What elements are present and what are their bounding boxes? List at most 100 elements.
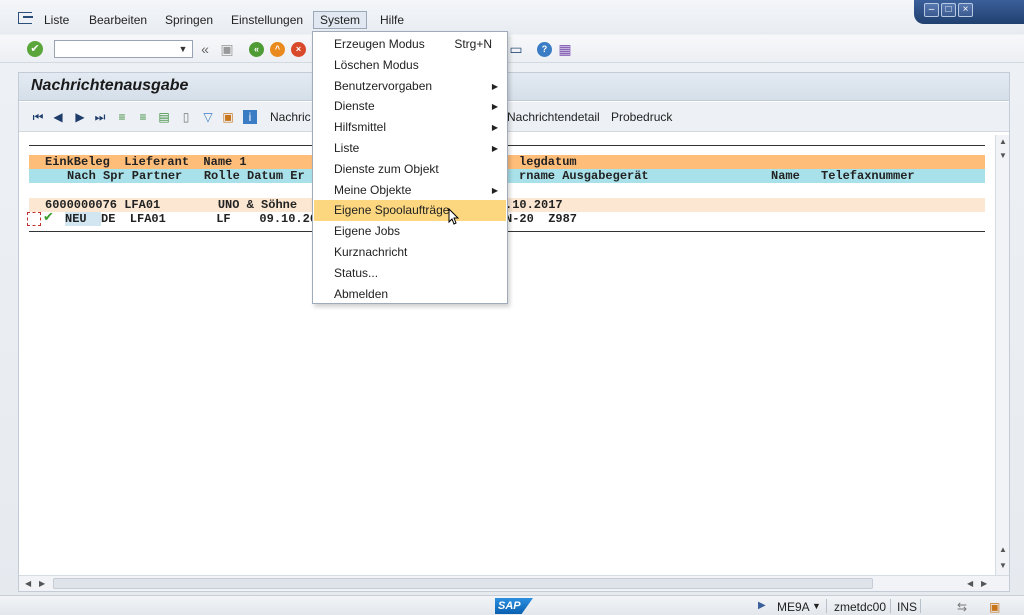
- menu-item-label: Hilfsmittel: [334, 120, 387, 135]
- settings-icon[interactable]: ⇆: [957, 600, 967, 614]
- cancel-icon[interactable]: ×: [291, 42, 306, 57]
- scroll-left-icon[interactable]: ◀: [25, 579, 31, 588]
- save-icon[interactable]: ▣: [219, 40, 235, 58]
- msg-row-left: DE LFA01 LF 09.10.20: [101, 212, 318, 226]
- lock-icon[interactable]: ▣: [989, 600, 1000, 614]
- page-title: Nachrichtenausgabe: [31, 77, 189, 94]
- menu-item-status[interactable]: Status...: [314, 263, 506, 284]
- scroll-up-icon[interactable]: ▲: [999, 137, 1007, 146]
- scroll-up-icon[interactable]: ▲: [999, 545, 1007, 554]
- back-icon[interactable]: «: [249, 42, 264, 57]
- minimize-icon[interactable]: –: [924, 3, 939, 17]
- document-icon[interactable]: ▯: [179, 110, 193, 124]
- header2-fax: Telefaxnummer: [821, 169, 915, 183]
- nachrichtendetail-button[interactable]: Nachrichtendetail: [507, 110, 600, 124]
- collapse-icon[interactable]: «: [198, 40, 212, 58]
- sap-logo: SAP: [495, 598, 533, 614]
- system-toolbar: ✔ ▼ « ▣ « ^ × ▭ ? ▦: [0, 35, 1024, 63]
- horizontal-scrollbar[interactable]: ◀ ▶ ◀ ▶: [19, 575, 1009, 591]
- layout-icon[interactable]: ▭: [509, 40, 523, 58]
- scroll-right-icon[interactable]: ▶: [39, 579, 45, 588]
- scroll-right-icon[interactable]: ▶: [981, 579, 987, 588]
- select-icon[interactable]: ▤: [157, 110, 171, 124]
- submenu-arrow-icon: ▶: [491, 185, 498, 195]
- menu-item-label: Meine Objekte: [334, 182, 412, 197]
- menu-item-dienste-zum-objekt[interactable]: Dienste zum Objekt: [314, 159, 506, 180]
- header2-name: Name: [771, 169, 800, 183]
- sort-descending-icon[interactable]: ≡: [136, 110, 150, 124]
- msg-row-right: N-20 Z987: [505, 212, 578, 226]
- sort-ascending-icon[interactable]: ≡: [115, 110, 129, 124]
- maximize-icon[interactable]: □: [941, 3, 956, 17]
- ok-icon[interactable]: ✔: [27, 41, 43, 57]
- separator: [920, 599, 921, 613]
- scroll-left-icon[interactable]: ◀: [967, 579, 973, 588]
- chevron-down-icon[interactable]: ▼: [812, 601, 821, 611]
- menu-item-erzeugen-modus[interactable]: Erzeugen Modus Strg+N: [314, 34, 506, 55]
- menu-item-label: Benutzervorgaben: [334, 78, 433, 93]
- separator: [826, 599, 827, 613]
- menu-bearbeiten[interactable]: Bearbeiten: [83, 12, 153, 28]
- menu-item-benutzervorgaben[interactable]: Benutzervorgaben ▶: [314, 76, 506, 97]
- help-icon[interactable]: ?: [537, 42, 552, 57]
- last-page-icon[interactable]: ⏭: [93, 110, 107, 124]
- submenu-arrow-icon: ▶: [491, 123, 498, 133]
- mouse-cursor-icon: [448, 208, 460, 225]
- menu-springen[interactable]: Springen: [159, 12, 219, 28]
- exit-icon[interactable]: ^: [270, 42, 285, 57]
- doc-row-right: .10.2017: [505, 198, 563, 212]
- menu-item-label: Kurznachricht: [334, 245, 408, 259]
- menu-item-eigene-jobs[interactable]: Eigene Jobs: [314, 221, 506, 242]
- menu-liste[interactable]: Liste: [38, 12, 75, 28]
- transaction-code: ME9A: [777, 600, 810, 614]
- menu-item-shortcut: Strg+N: [454, 37, 492, 51]
- menu-einstellungen[interactable]: Einstellungen: [225, 12, 309, 28]
- menu-item-label: Liste: [334, 141, 360, 155]
- main-panel: Nachrichtenausgabe ⏮ ◀ ▶ ⏭ ≡ ≡ ▤ ▯ ▽ ▣ i…: [18, 72, 1010, 592]
- menu-item-label: Eigene Spoolaufträge: [334, 203, 450, 218]
- menu-bar: Liste Bearbeiten Springen Einstellungen …: [0, 0, 1024, 34]
- menu-hilfe[interactable]: Hilfe: [374, 12, 410, 28]
- filter-icon[interactable]: ▽: [201, 110, 215, 124]
- scroll-thumb[interactable]: [53, 578, 873, 589]
- chevron-down-icon[interactable]: ▼: [176, 41, 190, 57]
- probedruck-button[interactable]: Probedruck: [611, 110, 672, 124]
- menu-item-meine-objekte[interactable]: Meine Objekte ▶: [314, 180, 506, 201]
- row-select-checkbox[interactable]: [27, 212, 41, 226]
- header1-left: EinkBeleg Lieferant Name 1: [45, 155, 247, 169]
- panel-header: Nachrichtenausgabe: [19, 73, 1009, 101]
- menu-item-dienste[interactable]: Dienste ▶: [314, 96, 506, 117]
- header2-left: Nach Spr Partner Rolle Datum Er: [67, 169, 305, 183]
- menu-system[interactable]: System: [313, 11, 368, 29]
- msg-status: NEU: [65, 212, 87, 226]
- menu-item-kurznachricht[interactable]: Kurznachricht: [314, 242, 506, 263]
- menu-item-label: Dienste: [334, 99, 375, 114]
- scroll-down-icon[interactable]: ▼: [999, 151, 1007, 160]
- menu-item-liste[interactable]: Liste ▶: [314, 138, 506, 159]
- customize-icon[interactable]: ▦: [557, 40, 573, 58]
- menu-item-eigene-spoolaufträge[interactable]: Eigene Spoolaufträge: [314, 200, 506, 222]
- system-menu-dropdown: Erzeugen Modus Strg+N Löschen Modus Benutze…: [312, 31, 508, 304]
- info-icon[interactable]: i: [243, 110, 257, 124]
- close-icon[interactable]: ×: [958, 3, 973, 17]
- first-page-icon[interactable]: ⏮: [31, 110, 45, 124]
- separator: [890, 599, 891, 613]
- vertical-scrollbar[interactable]: ▲ ▼ ▲ ▼: [995, 135, 1009, 575]
- menu-item-löschen-modus[interactable]: Löschen Modus: [314, 55, 506, 76]
- header2-right: rname Ausgabegerät: [519, 169, 649, 183]
- application-toolbar: ⏮ ◀ ▶ ⏭ ≡ ≡ ▤ ▯ ▽ ▣ i Nachric Nachrichte…: [19, 102, 1009, 132]
- expand-icon[interactable]: ▶: [758, 600, 766, 611]
- menu-item-hilfsmittel[interactable]: Hilfsmittel ▶: [314, 117, 506, 138]
- insert-mode[interactable]: INS: [897, 600, 917, 614]
- menu-item-label: Eigene Jobs: [334, 224, 401, 239]
- check-icon: ✔: [43, 210, 54, 225]
- exit-icon[interactable]: [18, 12, 33, 24]
- scroll-down-icon[interactable]: ▼: [999, 561, 1007, 570]
- previous-page-icon[interactable]: ◀: [51, 110, 65, 124]
- menu-item-abmelden[interactable]: Abmelden: [314, 284, 506, 305]
- menu-item-label: Dienste zum Objekt: [334, 161, 439, 176]
- toolbar-label-nachricht[interactable]: Nachric: [270, 110, 311, 124]
- next-page-icon[interactable]: ▶: [73, 110, 87, 124]
- display-icon[interactable]: ▣: [221, 110, 235, 124]
- command-field[interactable]: [54, 40, 193, 58]
